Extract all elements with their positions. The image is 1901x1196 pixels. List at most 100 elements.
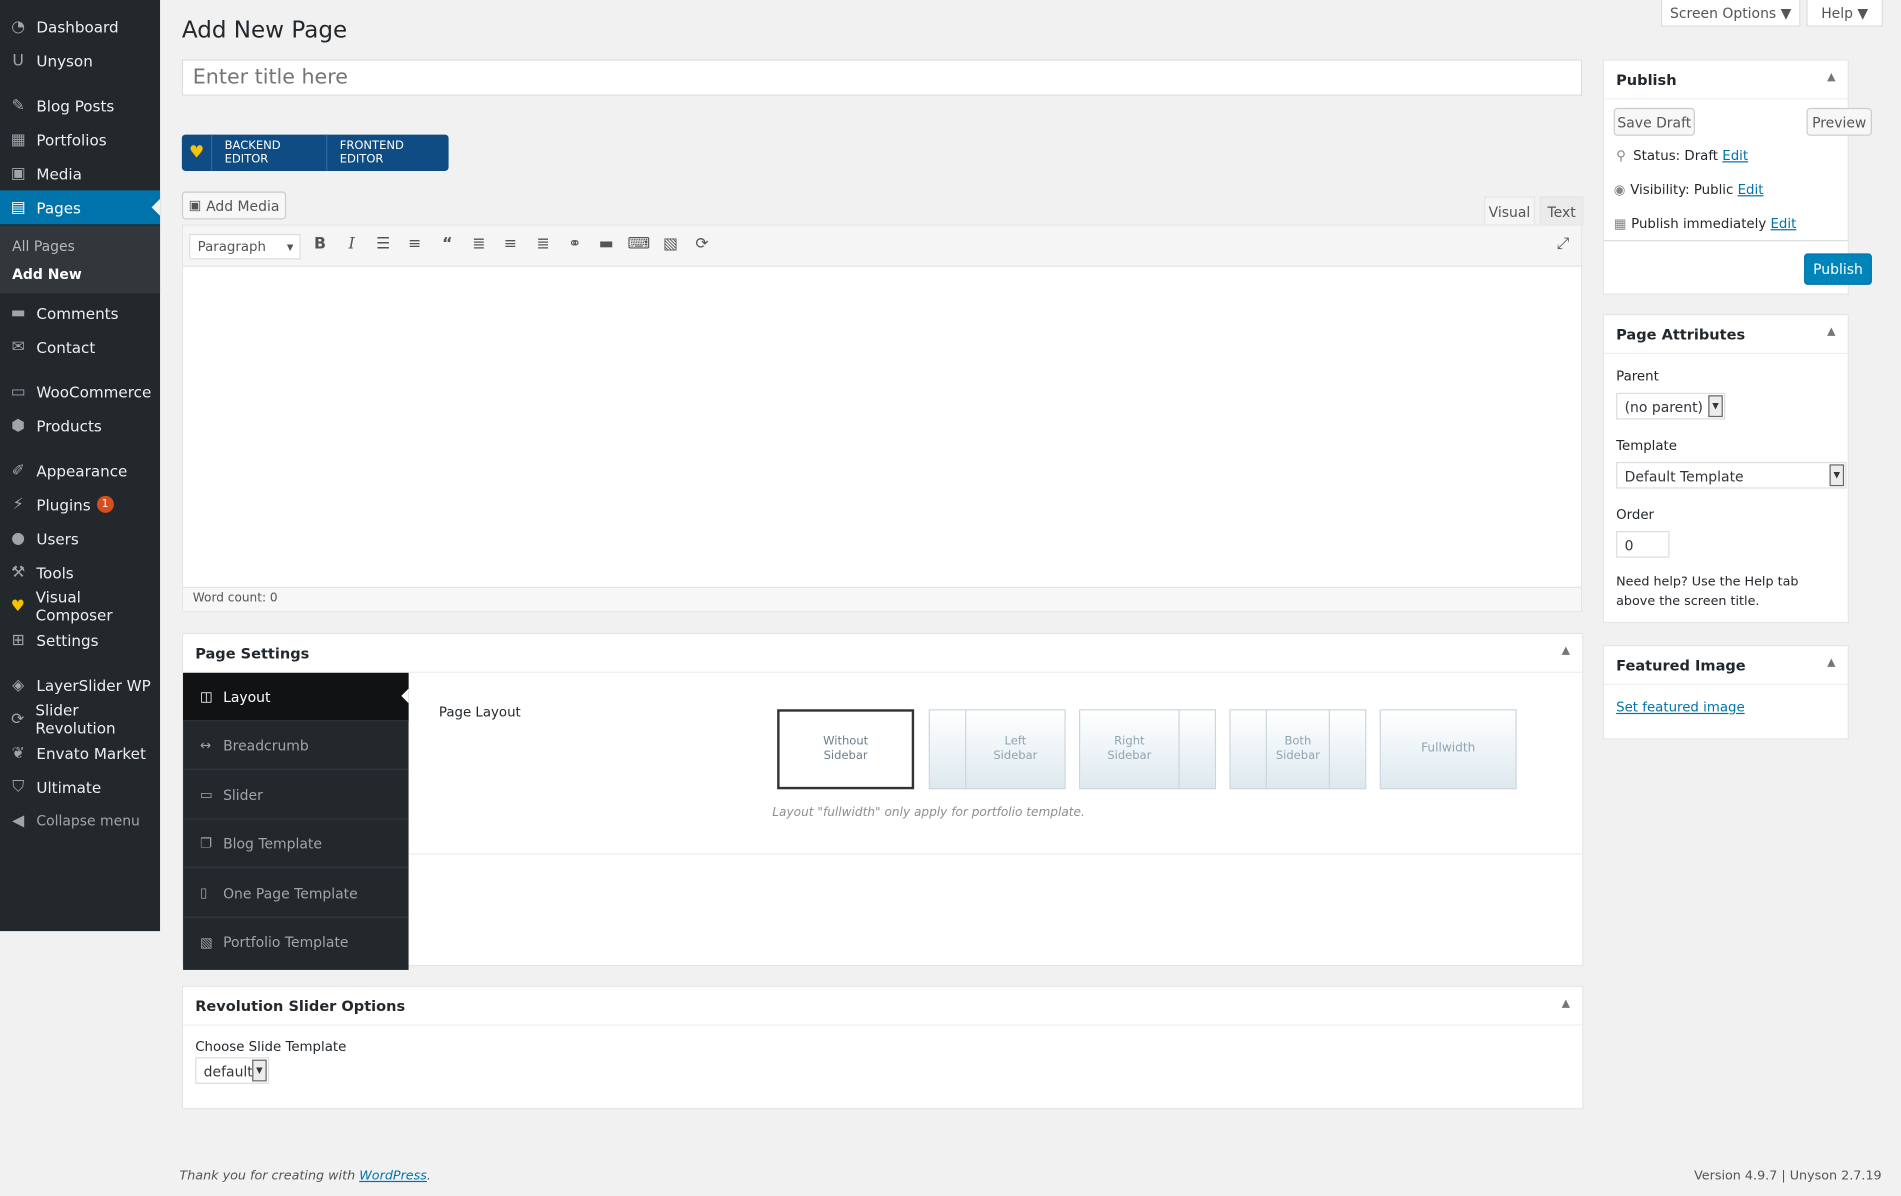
publish-button[interactable]: Publish [1804,253,1872,285]
parent-select[interactable]: (no parent) ▼ [1616,392,1726,420]
template-select[interactable]: Default Template ▼ [1616,461,1847,489]
align-right-icon[interactable]: ≣ [531,235,555,257]
submenu-all-pages[interactable]: All Pages [12,238,75,255]
menu-item-dashboard[interactable]: ◔ Dashboard [0,10,160,44]
italic-icon[interactable]: I [339,235,363,257]
layout-both-sidebar[interactable]: Both Sidebar [1229,709,1367,790]
tab-text[interactable]: Text [1539,196,1584,226]
menu-item-envato-market[interactable]: ❦ Envato Market [0,736,160,770]
numbered-list-icon[interactable]: ≡ [403,235,427,257]
title-input[interactable] [181,59,1583,96]
frontend-editor-button[interactable]: FRONTEND EDITOR [326,134,448,171]
tab-visual[interactable]: Visual [1483,196,1535,226]
layout-left-sidebar[interactable]: Left Sidebar [928,709,1066,790]
menu-item-unyson[interactable]: U Unyson [0,44,160,78]
blog-icon: ❐ [200,835,213,852]
bullet-list-icon[interactable]: ☰ [371,235,395,257]
settings-tab-one-page-template[interactable]: ▯ One Page Template [183,869,409,918]
set-featured-image-link[interactable]: Set featured image [1616,700,1745,716]
order-input[interactable]: 0 [1616,531,1670,558]
publish-time-label: Publish [1631,215,1683,232]
parent-value: (no parent) [1624,398,1704,416]
blockquote-icon[interactable]: “ [435,235,459,257]
slide-template-select[interactable]: default ▼ [195,1057,270,1084]
menu-item-plugins[interactable]: ⚡ Plugins 1 [0,487,160,521]
page-title: Add New Page [181,16,348,44]
page-settings-header[interactable]: Page Settings ▲ [183,634,1583,673]
visibility-value: Public [1693,181,1734,198]
menu-item-slider-revolution[interactable]: ⟳ Slider Revolution [0,701,160,737]
layout-fullwidth[interactable]: Fullwidth [1379,709,1517,790]
image-icon[interactable]: ▧ [658,235,682,257]
template-label: Template [1616,437,1677,454]
layout-label: Fullwidth [1421,741,1476,756]
settings-tab-blog-template[interactable]: ❐ Blog Template [183,820,409,869]
backend-editor-button[interactable]: BACKEND EDITOR [211,134,326,171]
menu-item-tools[interactable]: ⚒ Tools [0,555,160,589]
menu-item-layerslider[interactable]: ◈ LayerSlider WP [0,668,160,702]
screen-options-button[interactable]: Screen Options ▼ [1660,0,1801,27]
menu-label: Collapse menu [36,812,140,830]
menu-item-users[interactable]: ● Users [0,521,160,555]
collapse-arrow-icon[interactable]: ▲ [1827,657,1835,669]
menu-item-contact[interactable]: ✉ Contact [0,330,160,364]
save-draft-button[interactable]: Save Draft [1613,107,1695,136]
publish-time-row: ▦ Publish immediately Edit [1614,216,1797,232]
menu-label: Envato Market [36,743,146,762]
layout-without-sidebar[interactable]: Without Sidebar [777,709,915,790]
menu-item-blog-posts[interactable]: ✎ Blog Posts [0,89,160,123]
menu-item-appearance[interactable]: ✐ Appearance [0,453,160,487]
menu-item-pages[interactable]: ▤ Pages [0,190,161,225]
mail-icon: ✉ [11,337,25,356]
footer-version: Version 4.9.7 | Unyson 2.7.19 [1694,1168,1882,1184]
wordpress-link[interactable]: WordPress [359,1169,427,1184]
revolution-slider-header[interactable]: Revolution Slider Options ▲ [183,987,1583,1026]
layout-right-sidebar[interactable]: Right Sidebar [1079,709,1217,790]
submenu-add-new[interactable]: Add New [12,266,82,283]
layerslider-icon: ◈ [12,675,25,695]
add-media-button[interactable]: ▣ Add Media [181,191,287,220]
help-button[interactable]: Help ▼ [1806,0,1883,27]
menu-item-portfolios[interactable]: ▦ Portfolios [0,122,160,156]
featured-image-header[interactable]: Featured Image ▲ [1604,646,1848,686]
wrench-icon: ⚒ [11,563,26,582]
menu-item-products[interactable]: ⬢ Products [0,409,160,443]
read-more-icon[interactable]: ▬ [594,235,618,257]
collapse-arrow-icon[interactable]: ▲ [1827,326,1835,338]
visibility-edit-link[interactable]: Edit [1738,182,1764,198]
bold-icon[interactable]: B [308,235,332,257]
fullscreen-icon[interactable]: ⤢ [1551,235,1575,257]
settings-tab-layout[interactable]: ◫ Layout [183,672,409,722]
preview-button[interactable]: Preview [1806,107,1872,136]
menu-item-ultimate[interactable]: ⛉ Ultimate [0,770,160,804]
align-left-icon[interactable]: ≣ [467,235,491,257]
menu-item-settings[interactable]: ⊞ Settings [0,623,160,657]
settings-tab-breadcrumb[interactable]: ↔ Breadcrumb [183,721,409,770]
settings-tab-portfolio-template[interactable]: ▧ Portfolio Template [183,918,409,966]
status-edit-link[interactable]: Edit [1722,148,1748,164]
image-icon: ▧ [200,934,213,950]
publish-title: Publish [1616,71,1677,89]
publish-time-edit-link[interactable]: Edit [1770,216,1796,232]
menu-item-media[interactable]: ▣ Media [0,156,160,190]
menu-label: WooCommerce [36,382,152,401]
refresh-icon[interactable]: ⟳ [690,235,714,257]
menu-item-visual-composer[interactable]: ♥ Visual Composer [0,588,160,624]
page-attributes-header[interactable]: Page Attributes ▲ [1604,315,1848,355]
format-select[interactable]: Paragraph ▼ [189,233,301,260]
menu-item-comments[interactable]: ▬ Comments [0,296,160,330]
menu-item-woocommerce[interactable]: ▭ WooCommerce [0,375,160,409]
tab-label: Slider [223,786,263,804]
pages-icon: ▤ [10,198,26,217]
collapse-arrow-icon[interactable]: ▲ [1827,72,1835,84]
collapse-menu-button[interactable]: ◀ Collapse menu [0,804,160,838]
collapse-arrow-icon[interactable]: ▲ [1562,998,1570,1010]
link-icon[interactable]: ⚭ [563,235,587,257]
editor-content-area[interactable] [183,267,1581,587]
divider [1604,240,1848,242]
settings-tab-slider[interactable]: ▭ Slider [183,771,409,820]
publish-header[interactable]: Publish ▲ [1604,61,1848,100]
collapse-arrow-icon[interactable]: ▲ [1562,645,1570,657]
align-center-icon[interactable]: ≡ [498,235,522,257]
keyboard-icon[interactable]: ⌨ [627,235,651,257]
